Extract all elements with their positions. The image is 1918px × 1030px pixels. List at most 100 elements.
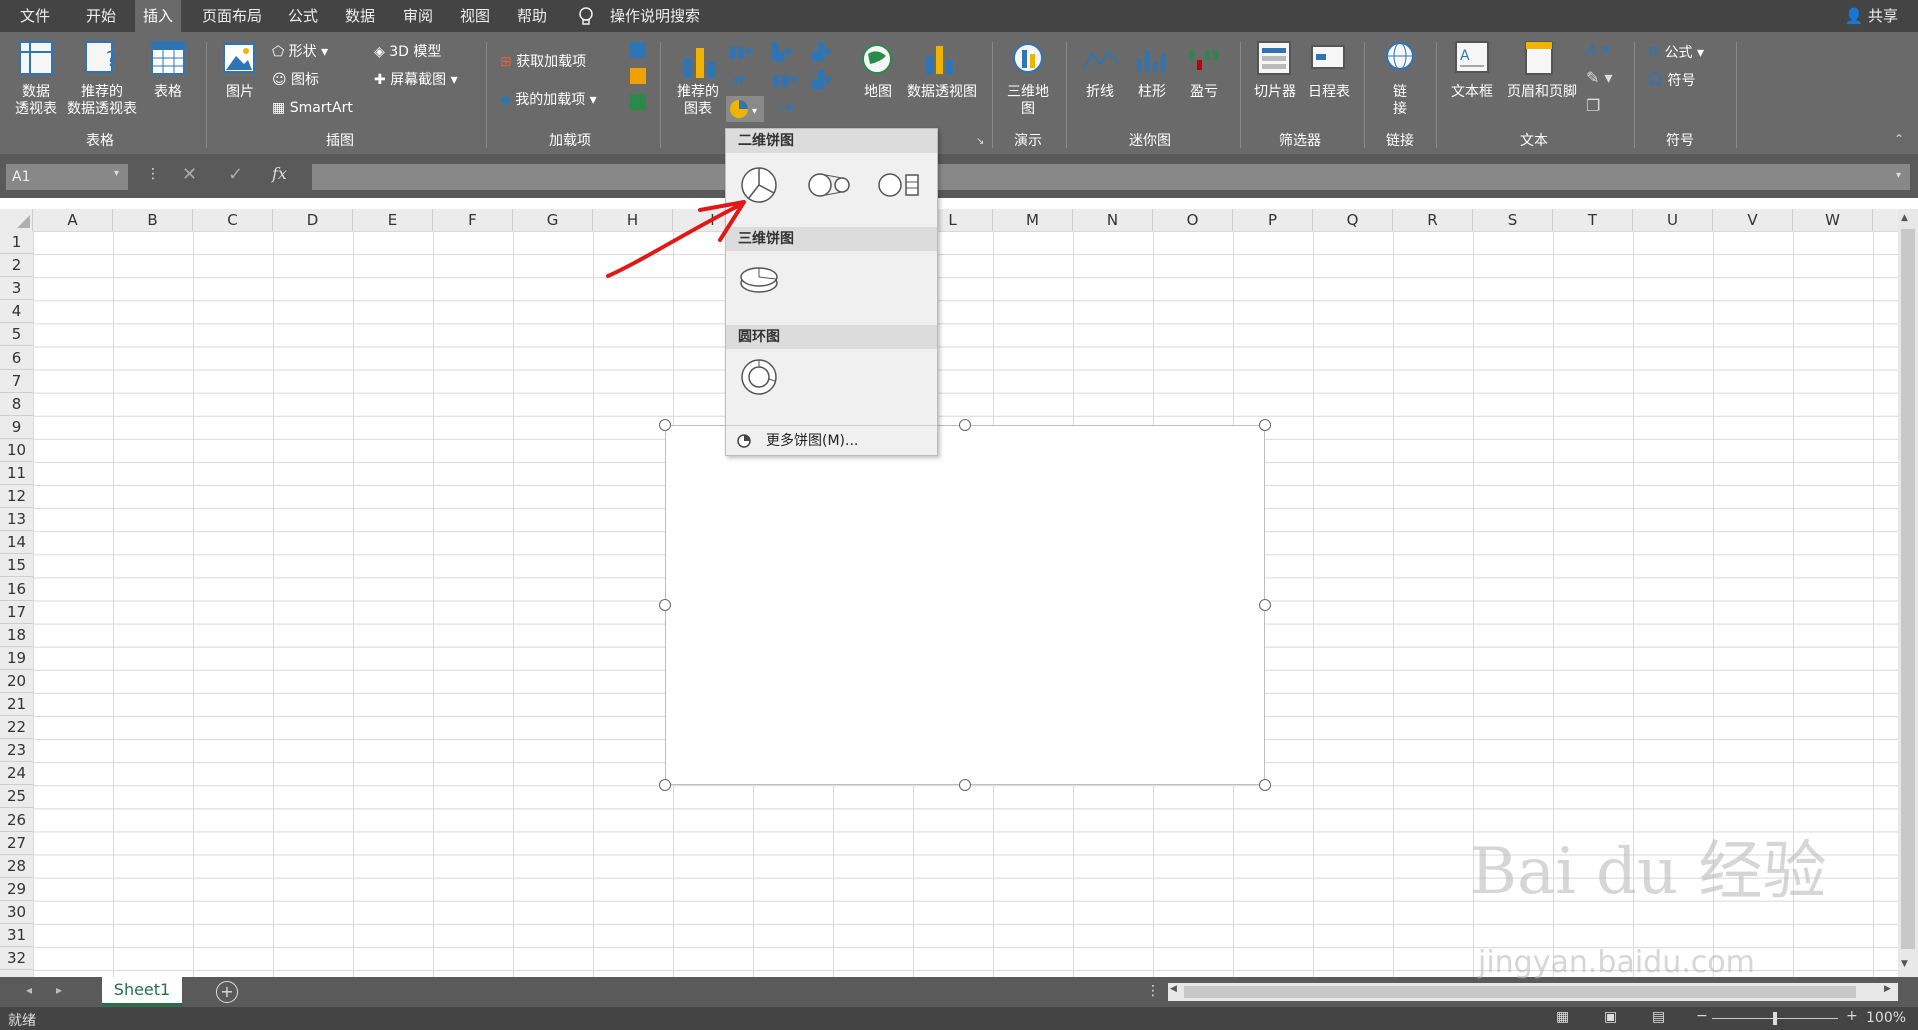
pivot-chart-button[interactable]: 数据透视图: [900, 84, 984, 101]
link-button[interactable]: 链 接: [1376, 84, 1424, 118]
donut-option[interactable]: [736, 355, 782, 399]
row-header[interactable]: 12: [0, 485, 33, 509]
tab-insert[interactable]: 插入: [135, 0, 182, 32]
tab-formulas[interactable]: 公式: [280, 0, 326, 32]
resize-handle-bottom-right[interactable]: [1259, 779, 1271, 791]
signature-line-icon[interactable]: ✎ ▾: [1586, 68, 1613, 87]
shapes-button[interactable]: ⬠ 形状 ▾: [272, 42, 328, 62]
row-header[interactable]: 16: [0, 578, 33, 601]
row-header[interactable]: 15: [0, 554, 33, 578]
hscroll-thumb[interactable]: [1184, 986, 1856, 998]
row-header[interactable]: 25: [0, 785, 33, 809]
sheet-tab-sheet1[interactable]: Sheet1: [102, 977, 182, 1006]
equation-button[interactable]: π 公式 ▾: [1648, 42, 1704, 63]
row-header[interactable]: 31: [0, 924, 33, 948]
column-header[interactable]: D: [273, 209, 353, 231]
timeline-button[interactable]: 日程表: [1302, 84, 1356, 101]
collapse-ribbon-icon[interactable]: ⌃: [1894, 132, 1904, 146]
page-layout-view-icon[interactable]: ▣: [1604, 1009, 1617, 1025]
formula-input[interactable]: [312, 164, 1910, 190]
sparkline-winloss-button[interactable]: 盈亏: [1182, 84, 1226, 101]
column-header[interactable]: U: [1633, 209, 1713, 231]
pivot-table-button[interactable]: 数据 透视表: [8, 84, 64, 118]
cancel-icon[interactable]: ✕: [182, 164, 197, 185]
waterfall-chart-icon[interactable]: ▟▾: [812, 42, 832, 61]
zoom-slider[interactable]: [1712, 1012, 1838, 1025]
resize-handle-top[interactable]: [959, 419, 971, 431]
zoom-slider-thumb[interactable]: [1773, 1012, 1777, 1025]
scroll-thumb[interactable]: [1901, 229, 1915, 949]
column-header[interactable]: A: [33, 209, 113, 231]
column-header[interactable]: F: [433, 209, 513, 231]
tab-review[interactable]: 审阅: [395, 0, 441, 32]
row-header[interactable]: 5: [0, 323, 33, 347]
column-header[interactable]: C: [193, 209, 273, 231]
expand-formula-icon[interactable]: ▾: [1896, 170, 1901, 181]
row-header[interactable]: 10: [0, 439, 33, 462]
row-header[interactable]: 24: [0, 762, 33, 786]
bar-of-pie-option[interactable]: [876, 163, 922, 207]
wordart-icon[interactable]: A ▾: [1586, 40, 1610, 59]
row-header[interactable]: 18: [0, 624, 33, 647]
zoom-level[interactable]: 100%: [1866, 1010, 1906, 1026]
row-header[interactable]: 17: [0, 601, 33, 624]
people-graph-icon[interactable]: [630, 94, 646, 110]
column-header[interactable]: E: [353, 209, 433, 231]
scatter-chart-icon[interactable]: ⁘▾: [772, 98, 793, 117]
row-header[interactable]: 23: [0, 739, 33, 763]
pie-chart-dropdown-button[interactable]: ▾: [726, 96, 764, 122]
normal-view-icon[interactable]: ▦: [1556, 1009, 1569, 1025]
sparkline-line-button[interactable]: 折线: [1078, 84, 1122, 101]
resize-handle-bottom[interactable]: [959, 779, 971, 791]
column-chart-icon[interactable]: ▮▮▾: [728, 42, 754, 61]
tab-file[interactable]: 文件: [12, 0, 58, 32]
combo-chart-icon[interactable]: ▟▾: [812, 70, 832, 89]
picture-button[interactable]: 图片: [218, 84, 262, 101]
resize-handle-bottom-left[interactable]: [659, 779, 671, 791]
row-header[interactable]: 9: [0, 416, 33, 439]
row-header[interactable]: 14: [0, 531, 33, 555]
column-header[interactable]: B: [113, 209, 193, 231]
resize-handle-top-left[interactable]: [659, 419, 671, 431]
smartart-button[interactable]: ▦ SmartArt: [272, 98, 353, 118]
tab-page-layout[interactable]: 页面布局: [194, 0, 270, 32]
pie-of-pie-option[interactable]: [806, 163, 852, 207]
column-header[interactable]: G: [513, 209, 593, 231]
row-header[interactable]: 13: [0, 508, 33, 532]
zoom-in-icon[interactable]: +: [1846, 1008, 1858, 1024]
hierarchy-chart-icon[interactable]: ▙▾: [772, 42, 792, 61]
insert-function-icon[interactable]: fx: [272, 164, 287, 183]
symbol-button[interactable]: Ω 符号: [1648, 70, 1695, 91]
scroll-down-icon[interactable]: ▼: [1901, 959, 1908, 969]
page-break-view-icon[interactable]: ▤: [1652, 1009, 1665, 1025]
column-header[interactable]: O: [1153, 209, 1233, 231]
vertical-scrollbar[interactable]: ▲ ▼: [1898, 209, 1918, 977]
sparkline-column-button[interactable]: 柱形: [1130, 84, 1174, 101]
3d-model-button[interactable]: ◈ 3D 模型: [374, 42, 441, 62]
zoom-out-icon[interactable]: −: [1696, 1008, 1708, 1024]
resize-handle-left[interactable]: [659, 599, 671, 611]
column-header[interactable]: W: [1793, 209, 1873, 231]
more-options-icon[interactable]: ⋮: [146, 166, 160, 182]
next-sheet-icon[interactable]: ▸: [56, 983, 62, 997]
column-header[interactable]: R: [1393, 209, 1473, 231]
3d-map-button[interactable]: 三维地 图: [1000, 84, 1056, 118]
row-header[interactable]: 29: [0, 878, 33, 901]
tab-view[interactable]: 视图: [452, 0, 498, 32]
row-header[interactable]: 32: [0, 947, 33, 971]
row-header[interactable]: 30: [0, 901, 33, 924]
icons-button[interactable]: ☺ 图标: [272, 70, 319, 90]
my-addins-button[interactable]: ◆ 我的加载项 ▾: [500, 90, 597, 110]
row-header[interactable]: 19: [0, 647, 33, 670]
line-chart-icon[interactable]: ⩘▾: [728, 70, 745, 90]
object-icon[interactable]: ❐: [1586, 96, 1600, 115]
row-header[interactable]: 7: [0, 370, 33, 393]
name-box[interactable]: A1: [6, 164, 128, 190]
name-box-dropdown-icon[interactable]: ▾: [114, 168, 119, 179]
column-header[interactable]: M: [993, 209, 1073, 231]
row-header[interactable]: 28: [0, 855, 33, 878]
table-button[interactable]: 表格: [146, 84, 190, 101]
column-header[interactable]: T: [1553, 209, 1633, 231]
scroll-right-icon[interactable]: ▶: [1884, 984, 1891, 994]
resize-handle-top-right[interactable]: [1259, 419, 1271, 431]
